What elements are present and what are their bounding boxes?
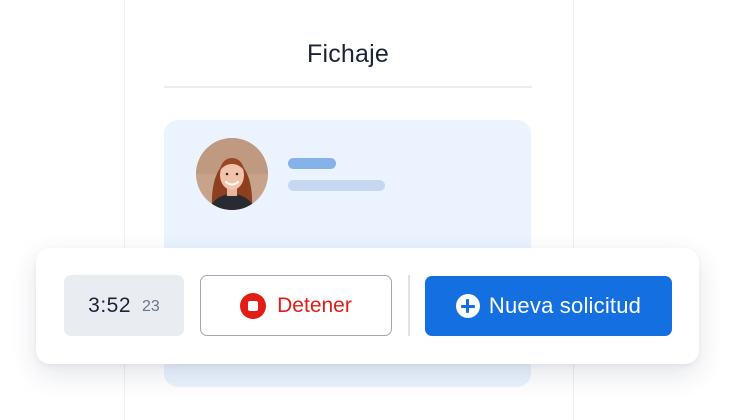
person-photo-icon [196, 138, 268, 210]
plus-circle-icon [455, 294, 480, 318]
stop-button-label: Detener [277, 293, 352, 317]
page-title: Fichaje [307, 40, 389, 68]
new-request-button[interactable]: Nueva solicitud [425, 276, 672, 336]
stop-circle-icon [240, 292, 267, 319]
timer-seconds: 23 [142, 297, 160, 315]
toolbar-divider [408, 275, 410, 336]
new-request-button-label: Nueva solicitud [488, 293, 642, 318]
title-divider [164, 86, 532, 88]
name-placeholder-bar [288, 158, 336, 169]
avatar [196, 138, 268, 210]
timer-minutes: 3:52 [88, 293, 132, 317]
stop-button[interactable]: Detener [200, 275, 392, 336]
detail-placeholder-bar [288, 180, 385, 191]
elapsed-timer: 3:52 23 [64, 275, 184, 336]
